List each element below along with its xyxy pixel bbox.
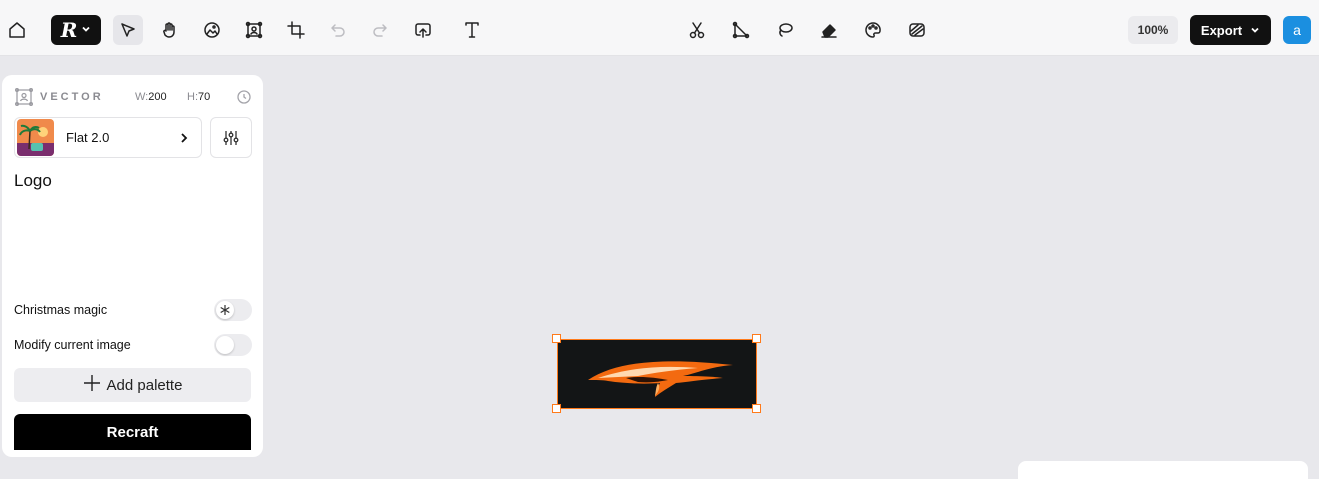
history-icon[interactable] xyxy=(236,89,252,105)
palette-icon[interactable] xyxy=(858,15,888,45)
width-label: W: xyxy=(135,91,149,103)
eraser-icon[interactable] xyxy=(814,15,844,45)
bottom-panel xyxy=(1018,461,1308,479)
width-readout[interactable]: W:200 xyxy=(135,91,167,103)
crop-icon[interactable] xyxy=(281,15,311,45)
resize-handle-top-left[interactable] xyxy=(552,334,561,343)
modify-image-toggle[interactable] xyxy=(214,334,252,356)
style-settings-button[interactable] xyxy=(210,117,252,158)
option-label: Modify current image xyxy=(14,338,131,352)
christmas-magic-toggle[interactable] xyxy=(214,299,252,321)
hand-icon[interactable] xyxy=(155,15,185,45)
toggle-knob xyxy=(216,336,234,354)
canvas-logo-image[interactable] xyxy=(557,339,757,409)
top-toolbar: R 100% Export a xyxy=(0,0,1319,56)
height-label: H: xyxy=(187,91,198,103)
style-selector[interactable]: Flat 2.0 xyxy=(14,117,202,158)
resize-handle-top-right[interactable] xyxy=(752,334,761,343)
remove-bg-icon[interactable] xyxy=(902,15,932,45)
flame-logo xyxy=(588,361,733,397)
vector-edit-icon[interactable] xyxy=(726,15,756,45)
resize-handle-bottom-right[interactable] xyxy=(752,404,761,413)
add-palette-button[interactable]: Add palette xyxy=(14,368,251,402)
vector-icon xyxy=(14,87,34,107)
lasso-icon[interactable] xyxy=(770,15,800,45)
generation-panel: VECTOR W:200 H:70 Flat 2.0 Logo Christma… xyxy=(2,75,263,457)
text-icon[interactable] xyxy=(457,15,487,45)
option-label: Christmas magic xyxy=(14,303,108,317)
redo-icon[interactable] xyxy=(365,15,395,45)
style-name: Flat 2.0 xyxy=(66,130,110,145)
select-icon[interactable] xyxy=(113,15,143,45)
christmas-magic-option: Christmas magic xyxy=(14,298,252,322)
height-value: 70 xyxy=(198,91,211,103)
width-value: 200 xyxy=(148,91,167,103)
scissors-icon[interactable] xyxy=(682,15,712,45)
image-icon[interactable] xyxy=(197,15,227,45)
add-palette-label: Add palette xyxy=(106,376,183,394)
recraft-button[interactable]: Recraft xyxy=(14,414,251,450)
export-button[interactable]: Export xyxy=(1190,15,1271,45)
brand-menu-button[interactable]: R xyxy=(51,15,101,45)
avatar[interactable]: a xyxy=(1283,16,1311,44)
brand-logo: R xyxy=(60,18,78,42)
chevron-down-icon xyxy=(81,21,91,39)
plus-icon xyxy=(83,374,101,396)
home-icon[interactable] xyxy=(2,15,32,45)
height-readout[interactable]: H:70 xyxy=(187,91,210,103)
style-thumbnail xyxy=(17,119,54,156)
undo-icon[interactable] xyxy=(323,15,353,45)
sliders-icon xyxy=(223,130,239,145)
prompt-text[interactable]: Logo xyxy=(14,171,52,191)
resize-handle-bottom-left[interactable] xyxy=(552,404,561,413)
chevron-down-icon xyxy=(1250,23,1260,38)
export-label: Export xyxy=(1200,22,1243,38)
zoom-level[interactable]: 100% xyxy=(1128,16,1178,44)
image-type-label: VECTOR xyxy=(40,91,104,103)
snowflake-icon xyxy=(216,301,234,319)
frame-icon[interactable] xyxy=(239,15,269,45)
panel-header: VECTOR W:200 H:70 xyxy=(14,87,252,107)
modify-image-option: Modify current image xyxy=(14,333,252,357)
upload-icon[interactable] xyxy=(408,15,438,45)
chevron-right-icon xyxy=(177,131,191,145)
